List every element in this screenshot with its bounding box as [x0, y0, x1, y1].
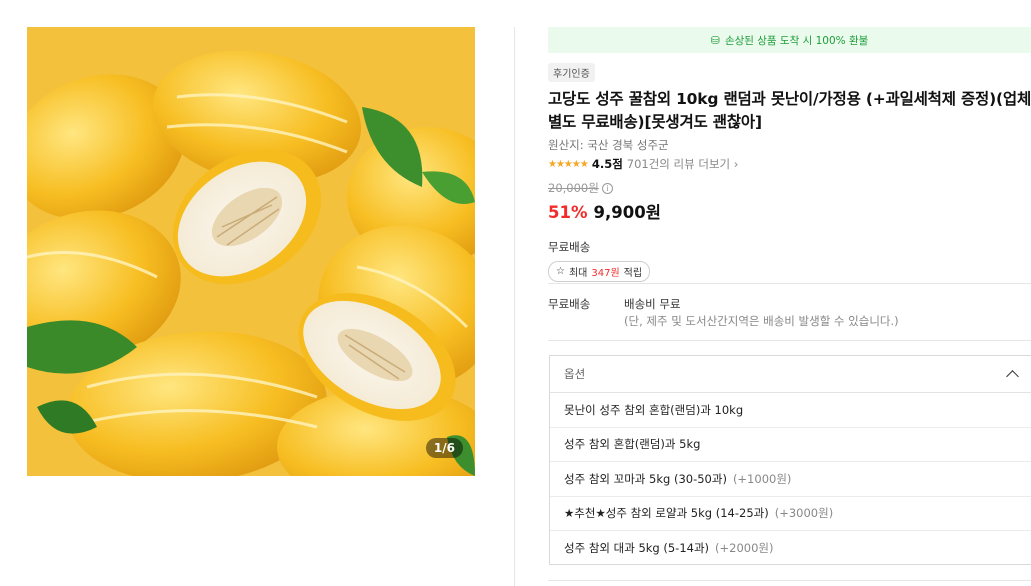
refund-text: 손상된 상품 도착 시 100% 환불 — [724, 34, 869, 47]
discount-rate: 51% — [548, 203, 588, 222]
column-divider — [514, 27, 515, 586]
melon-photo — [27, 27, 475, 476]
option-header-label: 옵션 — [564, 367, 586, 381]
option-item[interactable]: 못난이 성주 참외 혼합(랜덤)과 10kg — [550, 393, 1031, 428]
option-label: ★추천★성주 참외 로얄과 5kg (14-25과) — [564, 506, 769, 521]
review-verified-badge: 후기인증 — [548, 63, 595, 82]
info-icon[interactable]: i — [601, 182, 613, 194]
option-label: 성주 참외 대과 5kg (5-14과) — [564, 540, 710, 555]
option-dropdown: 옵션 못난이 성주 참외 혼합(랜덤)과 10kg 성주 참외 혼합(랜덤)과 … — [549, 355, 1031, 565]
reviews-link[interactable]: 701건의 리뷰 더보기 › — [627, 156, 739, 172]
chevron-right-icon: › — [733, 157, 739, 171]
origin-text: 원산지: 국산 경북 성주군 — [548, 138, 669, 152]
shipping-fee: 배송비 무료 — [624, 297, 681, 311]
option-extra-price: (+3000원) — [774, 506, 834, 521]
section-divider — [548, 283, 1031, 284]
option-label: 성주 참외 혼합(랜덤)과 5kg — [564, 437, 701, 452]
option-extra-price: (+2000원) — [715, 540, 774, 555]
reviews-link-label: 701건의 리뷰 더보기 — [626, 157, 731, 171]
option-item[interactable]: 성주 참외 꼬마과 5kg (30-50과) (+1000원) — [550, 462, 1031, 497]
shipping-label: 무료배송 — [548, 240, 591, 254]
rating-row: ★★★★★ 4.5점 701건의 리뷰 더보기 › — [548, 156, 1031, 172]
option-item[interactable]: ★추천★성주 참외 로얄과 5kg (14-25과) (+3000원) — [550, 497, 1031, 531]
shipping-detail-label: 무료배송 — [548, 297, 591, 311]
price-row: 51% 9,900원 — [548, 199, 1031, 223]
chevron-up-icon — [1006, 370, 1019, 383]
image-counter: 1/6 — [425, 438, 463, 458]
option-item[interactable]: 성주 참외 대과 5kg (5-14과) (+2000원) — [550, 531, 1031, 564]
section-divider — [548, 580, 1031, 581]
shipping-note: (단, 제주 및 도서산간지역은 배송비 발생할 수 있습니다.) — [624, 314, 899, 328]
rating-stars-icon: ★★★★★ — [548, 158, 589, 170]
original-price: 20,000원 — [548, 181, 599, 195]
option-item[interactable]: 성주 참외 혼합(랜덤)과 5kg — [550, 428, 1031, 462]
sale-price: 9,900원 — [593, 203, 661, 222]
star-outline-icon: ☆ — [556, 266, 565, 277]
option-dropdown-header[interactable]: 옵션 — [550, 356, 1031, 393]
points-suffix: 적립 — [623, 268, 643, 279]
original-price-row: 20,000원 i — [548, 180, 1031, 196]
option-extra-price: (+1000원) — [732, 471, 792, 486]
coin-icon: ⛁ — [710, 33, 720, 47]
points-value: 347원 — [591, 268, 620, 279]
section-divider — [548, 340, 1031, 341]
product-image[interactable]: 1/6 — [27, 27, 475, 476]
rating-score: 4.5점 — [591, 157, 623, 171]
points-prefix: 최대 — [568, 268, 588, 279]
option-label: 성주 참외 꼬마과 5kg (30-50과) — [564, 471, 727, 486]
product-title: 고당도 성주 꿀참외 10kg 랜덤과 못난이/가정용 (+과일세척제 증정)(… — [548, 90, 1031, 131]
option-label: 못난이 성주 참외 혼합(랜덤)과 10kg — [564, 402, 744, 417]
refund-banner: ⛁ 손상된 상품 도착 시 100% 환불 — [548, 27, 1031, 53]
product-info-panel: ⛁ 손상된 상품 도착 시 100% 환불 후기인증 고당도 성주 꿀참외 10… — [548, 27, 1031, 282]
points-chip: ☆ 최대 347원 적립 — [548, 261, 651, 282]
